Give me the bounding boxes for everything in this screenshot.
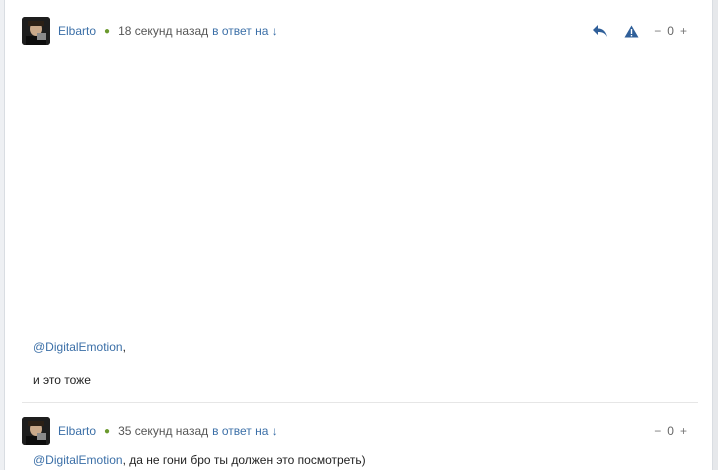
comment-text: , да не гони бро ты должен это посмотрет… <box>122 453 366 467</box>
comment-body: @DigitalEmotion, да не гони бро ты долже… <box>33 453 366 467</box>
mention-link[interactable]: @DigitalEmotion <box>33 340 123 354</box>
comment-header: Elbarto ● 18 секунд назад в ответ на ↓ −… <box>22 16 698 46</box>
vote-up-button[interactable]: + <box>680 24 687 38</box>
comment-header: Elbarto ● 35 секунд назад в ответ на ↓ −… <box>22 416 698 446</box>
in-reply-to-link[interactable]: в ответ на ↓ <box>212 24 278 38</box>
comment: Elbarto ● 35 секунд назад в ответ на ↓ −… <box>22 416 698 470</box>
comment-actions: − 0 + <box>576 16 690 46</box>
vote-control: − 0 + <box>651 24 690 38</box>
online-dot-icon: ● <box>104 425 111 437</box>
comment-time[interactable]: 35 секунд назад <box>118 424 208 438</box>
avatar[interactable] <box>22 17 50 45</box>
reply-arrow-icon[interactable] <box>592 24 608 38</box>
avatar[interactable] <box>22 417 50 445</box>
vote-down-button[interactable]: − <box>654 24 661 38</box>
mention-suffix: , <box>122 340 126 354</box>
vote-up-button[interactable]: + <box>680 424 687 438</box>
vote-control: − 0 + <box>651 424 690 438</box>
comment: Elbarto ● 18 секунд назад в ответ на ↓ −… <box>22 16 698 403</box>
author-name[interactable]: Elbarto <box>58 24 96 38</box>
vote-count: 0 <box>667 24 674 38</box>
in-reply-to-link[interactable]: в ответ на ↓ <box>212 424 278 438</box>
vote-down-button[interactable]: − <box>654 424 661 438</box>
comment-actions: − 0 + <box>639 416 690 446</box>
author-name[interactable]: Elbarto <box>58 424 96 438</box>
comment-body: @DigitalEmotion, и это тоже <box>33 340 126 406</box>
comment-line: @DigitalEmotion, <box>33 340 126 354</box>
vote-count: 0 <box>667 424 674 438</box>
comment-line: и это тоже <box>33 373 91 387</box>
left-frame-border <box>0 0 5 470</box>
comment-time[interactable]: 18 секунд назад <box>118 24 208 38</box>
mention-link[interactable]: @DigitalEmotion <box>33 453 123 467</box>
online-dot-icon: ● <box>104 25 111 37</box>
warning-triangle-icon[interactable] <box>624 25 639 38</box>
scrollbar[interactable] <box>712 0 718 470</box>
